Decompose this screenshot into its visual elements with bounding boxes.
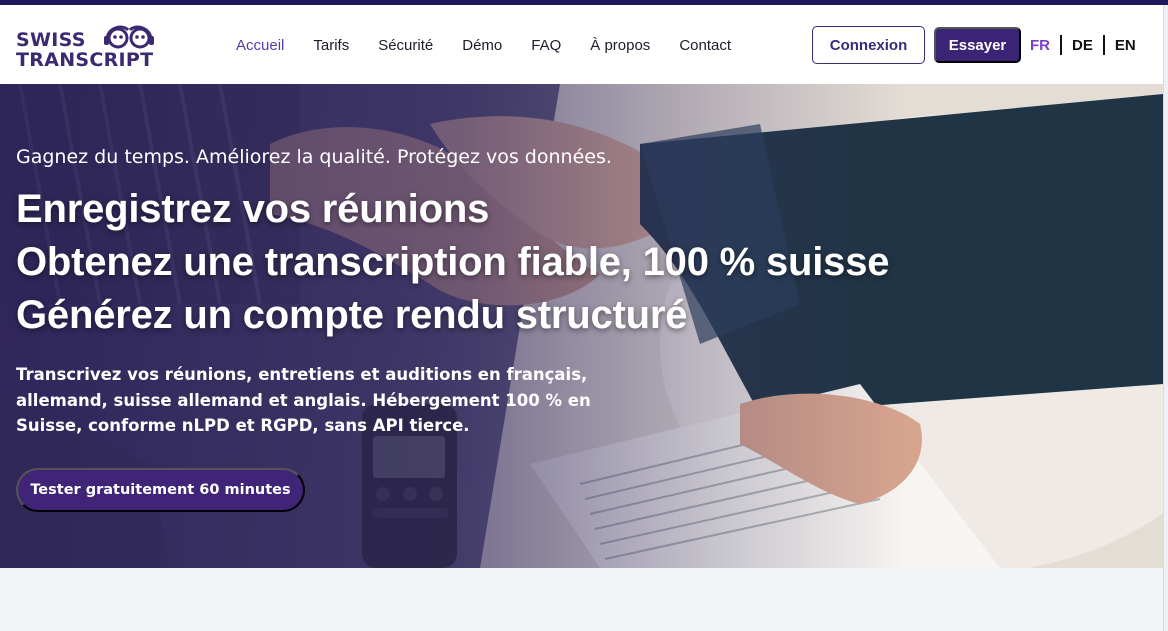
nav-link-tarifs[interactable]: Tarifs bbox=[313, 36, 349, 56]
headphones-face-icon bbox=[104, 25, 154, 49]
nav-link-contact[interactable]: Contact bbox=[679, 36, 731, 56]
nav-link-a-propos[interactable]: À propos bbox=[590, 36, 650, 56]
free-trial-button[interactable]: Tester gratuitement 60 minutes bbox=[16, 468, 305, 512]
login-button[interactable]: Connexion bbox=[812, 26, 925, 64]
hero-title-line-2: Obtenez une transcription fiable, 100 % … bbox=[16, 240, 890, 284]
logo-line2: TRANSCRIPT bbox=[16, 49, 154, 71]
hero-kicker: Gagnez du temps. Améliorez la qualité. P… bbox=[16, 146, 612, 168]
next-section bbox=[0, 568, 1163, 631]
nav-link-accueil[interactable]: Accueil bbox=[236, 36, 284, 56]
hero-title-line-3: Générez un compte rendu structuré bbox=[16, 293, 688, 337]
main-nav: Accueil Tarifs Sécurité Démo FAQ À propo… bbox=[236, 36, 760, 56]
lang-fr[interactable]: FR bbox=[1030, 37, 1050, 54]
lang-divider bbox=[1102, 35, 1105, 55]
language-switcher: FR DE EN bbox=[1030, 34, 1136, 56]
nav-link-faq[interactable]: FAQ bbox=[531, 36, 561, 56]
try-button[interactable]: Essayer bbox=[934, 27, 1021, 63]
navbar: SWISS TRANSCRIPT Accueil Tarifs Sécurité… bbox=[0, 5, 1163, 84]
nav-link-securite[interactable]: Sécurité bbox=[378, 36, 433, 56]
hero-title-line-1: Enregistrez vos réunions bbox=[16, 187, 490, 231]
logo[interactable]: SWISS TRANSCRIPT bbox=[16, 22, 176, 72]
nav-link-demo[interactable]: Démo bbox=[462, 36, 502, 56]
lang-divider bbox=[1060, 35, 1062, 55]
lang-en[interactable]: EN bbox=[1115, 37, 1136, 54]
lang-de[interactable]: DE bbox=[1072, 37, 1093, 54]
hero-description: Transcrivez vos réunions, entretiens et … bbox=[16, 365, 591, 435]
logo-line1: SWISS bbox=[16, 29, 86, 51]
scrollbar[interactable] bbox=[1163, 5, 1168, 631]
